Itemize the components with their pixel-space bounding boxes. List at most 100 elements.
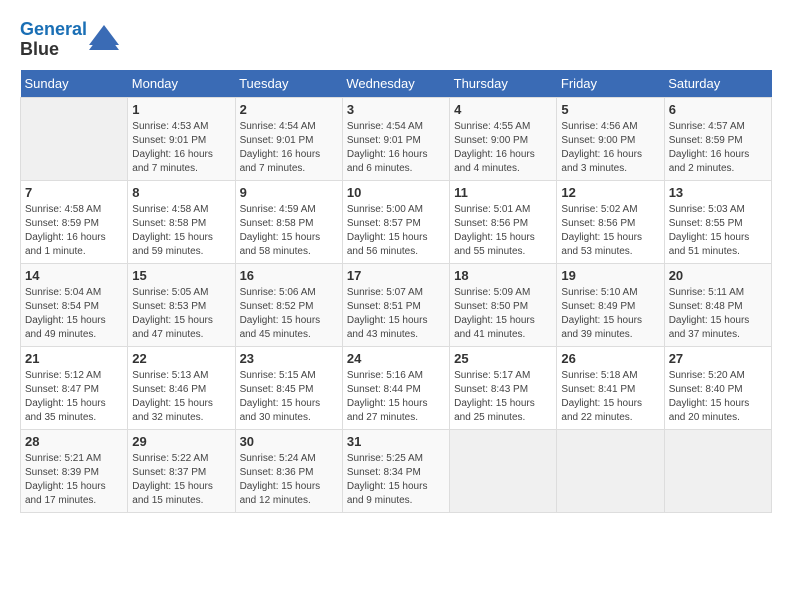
day-number: 20 xyxy=(669,268,767,283)
day-info: Sunrise: 5:02 AMSunset: 8:56 PMDaylight:… xyxy=(561,203,659,259)
day-number: 9 xyxy=(240,185,338,200)
calendar-cell: 22Sunrise: 5:13 AMSunset: 8:46 PMDayligh… xyxy=(128,346,235,429)
day-info: Sunrise: 4:57 AMSunset: 8:59 PMDaylight:… xyxy=(669,120,767,176)
day-info: Sunrise: 5:00 AMSunset: 8:57 PMDaylight:… xyxy=(347,203,445,259)
logo-text: General Blue xyxy=(20,20,87,60)
day-info: Sunrise: 5:04 AMSunset: 8:54 PMDaylight:… xyxy=(25,286,123,342)
day-number: 11 xyxy=(454,185,552,200)
day-number: 31 xyxy=(347,434,445,449)
day-info: Sunrise: 4:58 AMSunset: 8:58 PMDaylight:… xyxy=(132,203,230,259)
calendar-cell xyxy=(21,97,128,180)
day-number: 6 xyxy=(669,102,767,117)
day-number: 21 xyxy=(25,351,123,366)
day-number: 18 xyxy=(454,268,552,283)
calendar-cell: 12 Sunrise: 5:02 AMSunset: 8:56 PMDayligh… xyxy=(557,180,664,263)
day-number: 28 xyxy=(25,434,123,449)
day-info: Sunrise: 5:25 AMSunset: 8:34 PMDaylight:… xyxy=(347,452,445,508)
weekday-header-tuesday: Tuesday xyxy=(235,70,342,98)
calendar-cell: 6 Sunrise: 4:57 AMSunset: 8:59 PMDaylight… xyxy=(664,97,771,180)
calendar-cell: 5Sunrise: 4:56 AMSunset: 9:00 PMDaylight… xyxy=(557,97,664,180)
calendar-cell: 21 Sunrise: 5:12 AMSunset: 8:47 PMDayligh… xyxy=(21,346,128,429)
day-info: Sunrise: 5:09 AMSunset: 8:50 PMDaylight:… xyxy=(454,286,552,342)
calendar-cell: 11Sunrise: 5:01 AMSunset: 8:56 PMDayligh… xyxy=(450,180,557,263)
day-info: Sunrise: 5:13 AMSunset: 8:46 PMDaylight:… xyxy=(132,369,230,425)
day-info: Sunrise: 5:24 AMSunset: 8:36 PMDaylight:… xyxy=(240,452,338,508)
calendar-cell: 3 Sunrise: 4:54 AMSunset: 9:01 PMDaylight… xyxy=(342,97,449,180)
calendar-cell: 29 Sunrise: 5:22 AMSunset: 8:37 PMDayligh… xyxy=(128,429,235,512)
day-number: 26 xyxy=(561,351,659,366)
day-info: Sunrise: 5:03 AMSunset: 8:55 PMDaylight:… xyxy=(669,203,767,259)
day-info: Sunrise: 5:06 AMSunset: 8:52 PMDaylight:… xyxy=(240,286,338,342)
weekday-header-saturday: Saturday xyxy=(664,70,771,98)
day-number: 15 xyxy=(132,268,230,283)
calendar-cell: 4 Sunrise: 4:55 AMSunset: 9:00 PMDaylight… xyxy=(450,97,557,180)
day-info: Sunrise: 4:59 AMSunset: 8:58 PMDaylight:… xyxy=(240,203,338,259)
calendar-cell: 16Sunrise: 5:06 AMSunset: 8:52 PMDayligh… xyxy=(235,263,342,346)
calendar-cell: 13 Sunrise: 5:03 AMSunset: 8:55 PMDayligh… xyxy=(664,180,771,263)
calendar-cell: 7Sunrise: 4:58 AMSunset: 8:59 PMDaylight… xyxy=(21,180,128,263)
day-number: 10 xyxy=(347,185,445,200)
day-info: Sunrise: 4:54 AMSunset: 9:01 PMDaylight:… xyxy=(240,120,338,176)
weekday-header-wednesday: Wednesday xyxy=(342,70,449,98)
calendar-cell: 1Sunrise: 4:53 AMSunset: 9:01 PMDaylight… xyxy=(128,97,235,180)
week-row-2: 7Sunrise: 4:58 AMSunset: 8:59 PMDaylight… xyxy=(21,180,772,263)
calendar-cell: 17 Sunrise: 5:07 AMSunset: 8:51 PMDayligh… xyxy=(342,263,449,346)
day-number: 27 xyxy=(669,351,767,366)
calendar-cell xyxy=(557,429,664,512)
day-info: Sunrise: 5:16 AMSunset: 8:44 PMDaylight:… xyxy=(347,369,445,425)
calendar-cell: 14Sunrise: 5:04 AMSunset: 8:54 PMDayligh… xyxy=(21,263,128,346)
calendar-cell: 24 Sunrise: 5:16 AMSunset: 8:44 PMDayligh… xyxy=(342,346,449,429)
calendar-cell: 8Sunrise: 4:58 AMSunset: 8:58 PMDaylight… xyxy=(128,180,235,263)
calendar-cell: 20 Sunrise: 5:11 AMSunset: 8:48 PMDayligh… xyxy=(664,263,771,346)
calendar-cell: 27 Sunrise: 5:20 AMSunset: 8:40 PMDayligh… xyxy=(664,346,771,429)
day-info: Sunrise: 5:22 AMSunset: 8:37 PMDaylight:… xyxy=(132,452,230,508)
day-number: 29 xyxy=(132,434,230,449)
day-number: 4 xyxy=(454,102,552,117)
logo-icon xyxy=(89,25,119,50)
weekday-row: SundayMondayTuesdayWednesdayThursdayFrid… xyxy=(21,70,772,98)
week-row-4: 21 Sunrise: 5:12 AMSunset: 8:47 PMDayligh… xyxy=(21,346,772,429)
calendar-cell: 2Sunrise: 4:54 AMSunset: 9:01 PMDaylight… xyxy=(235,97,342,180)
day-number: 25 xyxy=(454,351,552,366)
day-number: 5 xyxy=(561,102,659,117)
day-info: Sunrise: 5:11 AMSunset: 8:48 PMDaylight:… xyxy=(669,286,767,342)
day-number: 17 xyxy=(347,268,445,283)
calendar-cell: 25 Sunrise: 5:17 AMSunset: 8:43 PMDayligh… xyxy=(450,346,557,429)
calendar-body: 1Sunrise: 4:53 AMSunset: 9:01 PMDaylight… xyxy=(21,97,772,512)
logo: General Blue xyxy=(20,20,119,60)
weekday-header-thursday: Thursday xyxy=(450,70,557,98)
day-info: Sunrise: 5:18 AMSunset: 8:41 PMDaylight:… xyxy=(561,369,659,425)
calendar-cell: 9 Sunrise: 4:59 AMSunset: 8:58 PMDaylight… xyxy=(235,180,342,263)
week-row-3: 14Sunrise: 5:04 AMSunset: 8:54 PMDayligh… xyxy=(21,263,772,346)
day-number: 3 xyxy=(347,102,445,117)
weekday-header-sunday: Sunday xyxy=(21,70,128,98)
week-row-1: 1Sunrise: 4:53 AMSunset: 9:01 PMDaylight… xyxy=(21,97,772,180)
page-header: General Blue xyxy=(20,20,772,60)
day-info: Sunrise: 5:17 AMSunset: 8:43 PMDaylight:… xyxy=(454,369,552,425)
week-row-5: 28Sunrise: 5:21 AMSunset: 8:39 PMDayligh… xyxy=(21,429,772,512)
calendar-table: SundayMondayTuesdayWednesdayThursdayFrid… xyxy=(20,70,772,513)
day-info: Sunrise: 5:05 AMSunset: 8:53 PMDaylight:… xyxy=(132,286,230,342)
calendar-cell: 15 Sunrise: 5:05 AMSunset: 8:53 PMDayligh… xyxy=(128,263,235,346)
calendar-cell: 10 Sunrise: 5:00 AMSunset: 8:57 PMDayligh… xyxy=(342,180,449,263)
calendar-cell xyxy=(664,429,771,512)
calendar-cell: 18 Sunrise: 5:09 AMSunset: 8:50 PMDayligh… xyxy=(450,263,557,346)
day-number: 24 xyxy=(347,351,445,366)
day-info: Sunrise: 4:58 AMSunset: 8:59 PMDaylight:… xyxy=(25,203,123,259)
day-info: Sunrise: 4:55 AMSunset: 9:00 PMDaylight:… xyxy=(454,120,552,176)
calendar-cell: 23 Sunrise: 5:15 AMSunset: 8:45 PMDayligh… xyxy=(235,346,342,429)
day-number: 30 xyxy=(240,434,338,449)
day-info: Sunrise: 4:54 AMSunset: 9:01 PMDaylight:… xyxy=(347,120,445,176)
day-number: 23 xyxy=(240,351,338,366)
day-number: 13 xyxy=(669,185,767,200)
weekday-header-friday: Friday xyxy=(557,70,664,98)
day-number: 12 xyxy=(561,185,659,200)
calendar-cell: 26 Sunrise: 5:18 AMSunset: 8:41 PMDayligh… xyxy=(557,346,664,429)
day-number: 19 xyxy=(561,268,659,283)
day-info: Sunrise: 5:20 AMSunset: 8:40 PMDaylight:… xyxy=(669,369,767,425)
day-info: Sunrise: 5:07 AMSunset: 8:51 PMDaylight:… xyxy=(347,286,445,342)
day-info: Sunrise: 5:15 AMSunset: 8:45 PMDaylight:… xyxy=(240,369,338,425)
calendar-cell: 31 Sunrise: 5:25 AMSunset: 8:34 PMDayligh… xyxy=(342,429,449,512)
calendar-cell: 19Sunrise: 5:10 AMSunset: 8:49 PMDayligh… xyxy=(557,263,664,346)
day-info: Sunrise: 5:12 AMSunset: 8:47 PMDaylight:… xyxy=(25,369,123,425)
